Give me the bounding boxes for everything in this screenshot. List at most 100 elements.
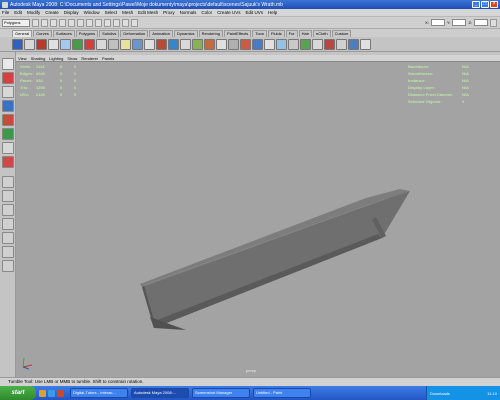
shelf-uv-editor-icon[interactable] xyxy=(300,38,311,50)
shelf-freeze-icon[interactable] xyxy=(264,38,275,50)
select-component-icon[interactable] xyxy=(77,18,84,27)
tab-general[interactable]: General xyxy=(12,30,33,37)
shelf-extrude-icon[interactable] xyxy=(156,38,167,50)
tray-downloads-label[interactable]: Downloads xyxy=(430,391,450,396)
shelf-history-icon[interactable] xyxy=(228,38,239,50)
shelf-custom-icon[interactable] xyxy=(360,38,371,50)
tab-dynamics[interactable]: Dynamics xyxy=(174,30,198,37)
tab-painteffects[interactable]: PaintEffects xyxy=(224,30,252,37)
shelf-center-pivot-icon[interactable] xyxy=(276,38,287,50)
shelf-cube-icon[interactable] xyxy=(24,38,35,50)
shelf-camera-icon[interactable] xyxy=(132,38,143,50)
scale-tool-icon[interactable] xyxy=(2,128,14,140)
snap-curve-icon[interactable] xyxy=(95,18,102,27)
layout-single-icon[interactable] xyxy=(2,176,14,188)
shelf-outliner-icon[interactable] xyxy=(324,38,335,50)
maximize-icon[interactable]: □ xyxy=(481,1,489,8)
select-hierarchy-icon[interactable] xyxy=(59,18,66,27)
lasso-tool-icon[interactable] xyxy=(2,72,14,84)
shelf-attribute-editor-icon[interactable] xyxy=(348,38,359,50)
select-object-icon[interactable] xyxy=(68,18,75,27)
perspective-viewport[interactable]: Verts: 1114 0 0 Edges: 2040 0 0 Faces: 9… xyxy=(16,62,500,377)
ipr-render-icon[interactable] xyxy=(122,18,129,27)
panel-menu-shading[interactable]: Shading xyxy=(31,56,46,61)
taskbar-item-paint[interactable]: Untitled - Paint xyxy=(253,388,311,398)
rotate-tool-icon[interactable] xyxy=(2,114,14,126)
menu-edit-mesh[interactable]: Edit Mesh xyxy=(138,10,158,15)
tab-animation[interactable]: Animation xyxy=(149,30,173,37)
menu-display[interactable]: Display xyxy=(64,10,79,15)
tab-fur[interactable]: Fur xyxy=(285,30,298,37)
tab-toon[interactable]: Toon xyxy=(252,30,267,37)
y-field[interactable] xyxy=(452,19,467,26)
menu-select[interactable]: Select xyxy=(105,10,118,15)
tab-ncloth[interactable]: nCloth xyxy=(313,30,331,37)
shelf-select-icon[interactable] xyxy=(12,38,23,50)
tab-deformation[interactable]: Deformation xyxy=(120,30,149,37)
tab-rendering[interactable]: Rendering xyxy=(198,30,224,37)
render-icon[interactable] xyxy=(113,18,120,27)
shelf-smooth-icon[interactable] xyxy=(192,38,203,50)
shelf-curve-icon[interactable] xyxy=(96,38,107,50)
shelf-combine-icon[interactable] xyxy=(204,38,215,50)
tab-custom[interactable]: Custom xyxy=(331,30,352,37)
menu-file[interactable]: File xyxy=(2,10,9,15)
menu-normals[interactable]: Normals xyxy=(180,10,197,15)
tab-curves[interactable]: Curves xyxy=(33,30,52,37)
shelf-torus-icon[interactable] xyxy=(84,38,95,50)
panel-menu-lighting[interactable]: Lighting xyxy=(49,56,63,61)
manipulator-tool-icon[interactable] xyxy=(2,142,14,154)
tab-subdivs[interactable]: Subdivs xyxy=(99,30,120,37)
menu-modify[interactable]: Modify xyxy=(27,10,40,15)
menu-help[interactable]: Help xyxy=(268,10,277,15)
shelf-script-icon[interactable] xyxy=(252,38,263,50)
tab-fluids[interactable]: Fluids xyxy=(268,30,285,37)
layout-graph-icon[interactable] xyxy=(2,246,14,258)
menu-color[interactable]: Color xyxy=(201,10,212,15)
shelf-ep-curve-icon[interactable] xyxy=(108,38,119,50)
menu-set-dropdown[interactable]: Polygons xyxy=(2,18,30,27)
menu-create[interactable]: Create xyxy=(45,10,59,15)
render-settings-icon[interactable] xyxy=(131,18,138,27)
layout-outliner-icon[interactable] xyxy=(2,232,14,244)
menu-mesh[interactable]: Mesh xyxy=(122,10,133,15)
menu-edit-uvs[interactable]: Edit UVs xyxy=(245,10,263,15)
shelf-cone-icon[interactable] xyxy=(72,38,83,50)
taskbar-item-maya[interactable]: Autodesk Maya 2008:... xyxy=(131,388,189,398)
quick-launch-browser-icon[interactable] xyxy=(48,389,55,397)
layout-top-icon[interactable] xyxy=(2,218,14,230)
quick-launch-media-icon[interactable] xyxy=(57,389,64,397)
start-button[interactable]: start xyxy=(0,386,36,400)
last-tool-icon[interactable] xyxy=(2,156,14,168)
taskbar-item-digital-tutors[interactable]: Digital-Tutors - Interac... xyxy=(70,388,128,398)
shelf-split-icon[interactable] xyxy=(180,38,191,50)
shelf-sphere-icon[interactable] xyxy=(36,38,47,50)
shelf-group-icon[interactable] xyxy=(144,38,155,50)
snap-grid-icon[interactable] xyxy=(86,18,93,27)
close-icon[interactable]: × xyxy=(490,1,498,8)
menu-window[interactable]: Window xyxy=(84,10,100,15)
menu-create-uvs[interactable]: Create UVs xyxy=(217,10,240,15)
panel-menu-show[interactable]: Show xyxy=(67,56,77,61)
panel-menu-panels[interactable]: Panels xyxy=(102,56,114,61)
shelf-cylinder-icon[interactable] xyxy=(48,38,59,50)
z-field[interactable] xyxy=(474,19,488,26)
save-scene-icon[interactable] xyxy=(50,18,57,27)
shelf-hypershade-icon[interactable] xyxy=(312,38,323,50)
panel-menu-view[interactable]: View xyxy=(18,56,27,61)
shelf-delete-history-icon[interactable] xyxy=(288,38,299,50)
shelf-bevel-icon[interactable] xyxy=(168,38,179,50)
paint-select-tool-icon[interactable] xyxy=(2,86,14,98)
channel-box-icon[interactable] xyxy=(490,18,497,27)
panel-menu-renderer[interactable]: Renderer xyxy=(81,56,98,61)
shelf-render-icon[interactable] xyxy=(240,38,251,50)
tab-surfaces[interactable]: Surfaces xyxy=(52,30,75,37)
shelf-plane-icon[interactable] xyxy=(60,38,71,50)
shelf-mirror-icon[interactable] xyxy=(216,38,227,50)
tab-hair[interactable]: Hair xyxy=(298,30,313,37)
taskbar-item-screenshot-manager[interactable]: Screenshot Manager xyxy=(192,388,250,398)
menu-proxy[interactable]: Proxy xyxy=(163,10,175,15)
layout-four-icon[interactable] xyxy=(2,190,14,202)
shelf-light-icon[interactable] xyxy=(120,38,131,50)
shelf-graph-editor-icon[interactable] xyxy=(336,38,347,50)
